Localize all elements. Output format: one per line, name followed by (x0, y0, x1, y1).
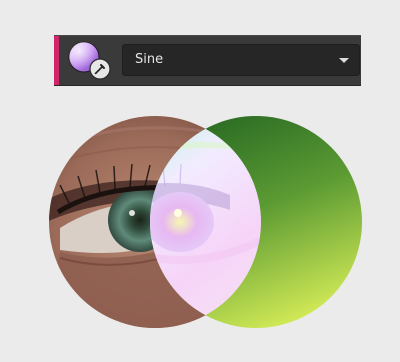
blend-preview-canvas (49, 116, 362, 328)
blend-mode-preview-panel: Sine (0, 0, 400, 362)
